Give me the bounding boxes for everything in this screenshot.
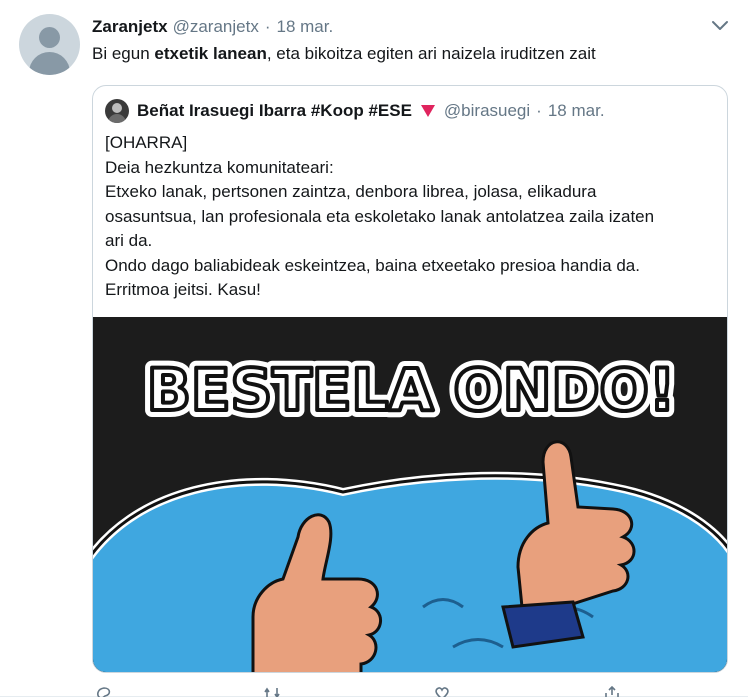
quoted-author-name[interactable]: Beñat Irasuegi Ibarra #Koop #ESE [137,101,412,121]
tweet-header: Zaranjetx @zaranjetx · 18 mar. [92,16,333,38]
tweet-text-bold: etxetik lanean [154,44,267,63]
quoted-author-handle[interactable]: @birasuegi [444,101,530,121]
meme-title: BESTELA ONDO! [147,356,676,424]
default-avatar-body [29,52,70,75]
quoted-text-line: Ondo dago baliabideak eskeintzea, baina … [105,255,640,275]
share-icon[interactable] [604,685,620,697]
tweet-text-end: , eta bikoitza egiten ari naizela irudit… [266,44,596,63]
quoted-tweet-text: [OHARRA] Deia hezkuntza komunitateari: E… [105,131,717,303]
quoted-text-line: [OHARRA] [105,133,188,152]
quoted-tweet-header: Beñat Irasuegi Ibarra #Koop #ESE @birasu… [137,99,605,123]
quoted-author-avatar[interactable] [105,99,129,123]
red-triangle-icon [420,105,435,117]
quoted-tweet-image[interactable]: BESTELA ONDO! BESTELA ONDO! [93,317,727,672]
quoted-text-line: Erritmoa jeitsi. Kasu! [105,280,261,299]
retweet-icon[interactable] [264,686,280,697]
quoted-avatar-head [112,103,122,113]
author-handle[interactable]: @zaranjetx [173,17,259,37]
quoted-text-line: Etxeko lanak, pertsonen zaintza, denbora… [105,182,597,201]
quoted-text-line: Deia hezkuntza komunitateari: [105,157,334,177]
tweet-actions [92,685,652,697]
author-display-name[interactable]: Zaranjetx [92,17,168,37]
quoted-text-line: osasuntsua, lan profesionala eta eskolet… [105,206,655,226]
quoted-avatar-body [108,114,126,123]
default-avatar-head [39,27,60,48]
separator-dot: · [264,17,271,36]
like-icon[interactable] [434,686,450,697]
meme-illustration: BESTELA ONDO! BESTELA ONDO! [93,317,727,672]
quoted-separator-dot: · [536,101,542,120]
quoted-tweet[interactable]: Beñat Irasuegi Ibarra #Koop #ESE @birasu… [92,85,728,673]
reply-icon[interactable] [96,686,112,697]
quoted-tweet-date[interactable]: 18 mar. [548,101,605,121]
tweet[interactable]: Zaranjetx @zaranjetx · 18 mar. Bi egun e… [0,0,748,697]
tweet-text-start: Bi egun [92,44,155,63]
tweet-date[interactable]: 18 mar. [277,17,334,37]
tweet-text: Bi egun etxetik lanean, eta bikoitza egi… [92,43,596,65]
user-avatar[interactable] [19,14,80,75]
chevron-down-icon[interactable] [709,15,731,37]
quoted-text-line: ari da. [105,231,153,250]
